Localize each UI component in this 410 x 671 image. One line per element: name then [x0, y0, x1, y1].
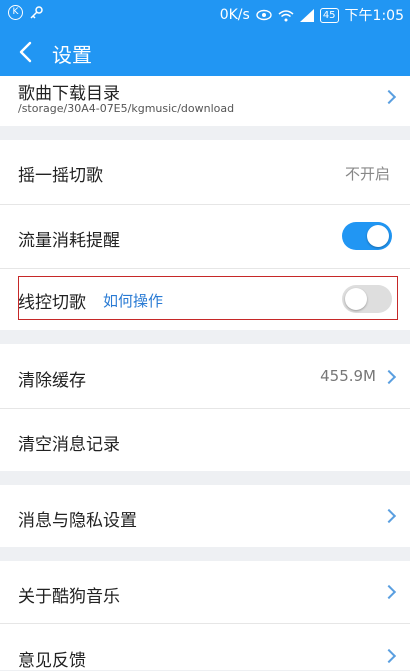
download-directory-label: 歌曲下载目录 [18, 84, 120, 104]
page-title: 设置 [52, 43, 92, 67]
about-row[interactable]: 关于酷狗音乐 [0, 561, 410, 623]
battery-indicator: 45 [319, 7, 339, 23]
data-alert-toggle[interactable] [342, 222, 392, 250]
status-bar: K 0K/s 45 下午1:05 [0, 0, 410, 28]
privacy-settings-label: 消息与隐私设置 [18, 511, 137, 531]
data-alert-label: 流量消耗提醒 [18, 231, 120, 251]
download-directory-path: /storage/30A4-07E5/kgmusic/download [18, 102, 235, 115]
wifi-icon [278, 9, 294, 21]
clear-messages-row[interactable]: 清空消息记录 [0, 409, 410, 471]
feedback-row[interactable]: 意见反馈 [0, 624, 410, 671]
cache-size: 455.9M [320, 367, 376, 385]
chevron-right-icon [381, 369, 397, 385]
chevron-right-icon [381, 89, 397, 105]
clock: 下午1:05 [344, 8, 404, 24]
eye-icon [256, 9, 272, 21]
network-speed: 0K/s [219, 7, 250, 23]
shake-switch-value: 不开启 [344, 165, 390, 183]
signal-icon [299, 8, 314, 22]
highlight-box [18, 276, 398, 320]
clear-cache-row[interactable]: 清除缓存 455.9M [0, 344, 410, 408]
data-alert-row: 流量消耗提醒 [0, 205, 410, 268]
about-label: 关于酷狗音乐 [18, 587, 120, 607]
k-icon: K [8, 5, 23, 20]
feedback-label: 意见反馈 [18, 651, 86, 671]
shake-switch-row[interactable]: 摇一摇切歌 不开启 [0, 140, 410, 204]
toggle-knob [367, 225, 389, 247]
chevron-right-icon [381, 508, 397, 524]
clear-messages-label: 清空消息记录 [18, 435, 120, 455]
privacy-settings-row[interactable]: 消息与隐私设置 [0, 485, 410, 547]
chevron-right-icon [381, 584, 397, 600]
key-icon [30, 5, 43, 19]
download-directory-row[interactable]: 歌曲下载目录 /storage/30A4-07E5/kgmusic/downlo… [0, 76, 410, 126]
chevron-right-icon [381, 648, 397, 664]
shake-switch-label: 摇一摇切歌 [18, 166, 103, 186]
clear-cache-label: 清除缓存 [18, 371, 86, 391]
title-bar: 设置 [0, 28, 410, 76]
back-arrow-icon[interactable] [16, 40, 38, 64]
